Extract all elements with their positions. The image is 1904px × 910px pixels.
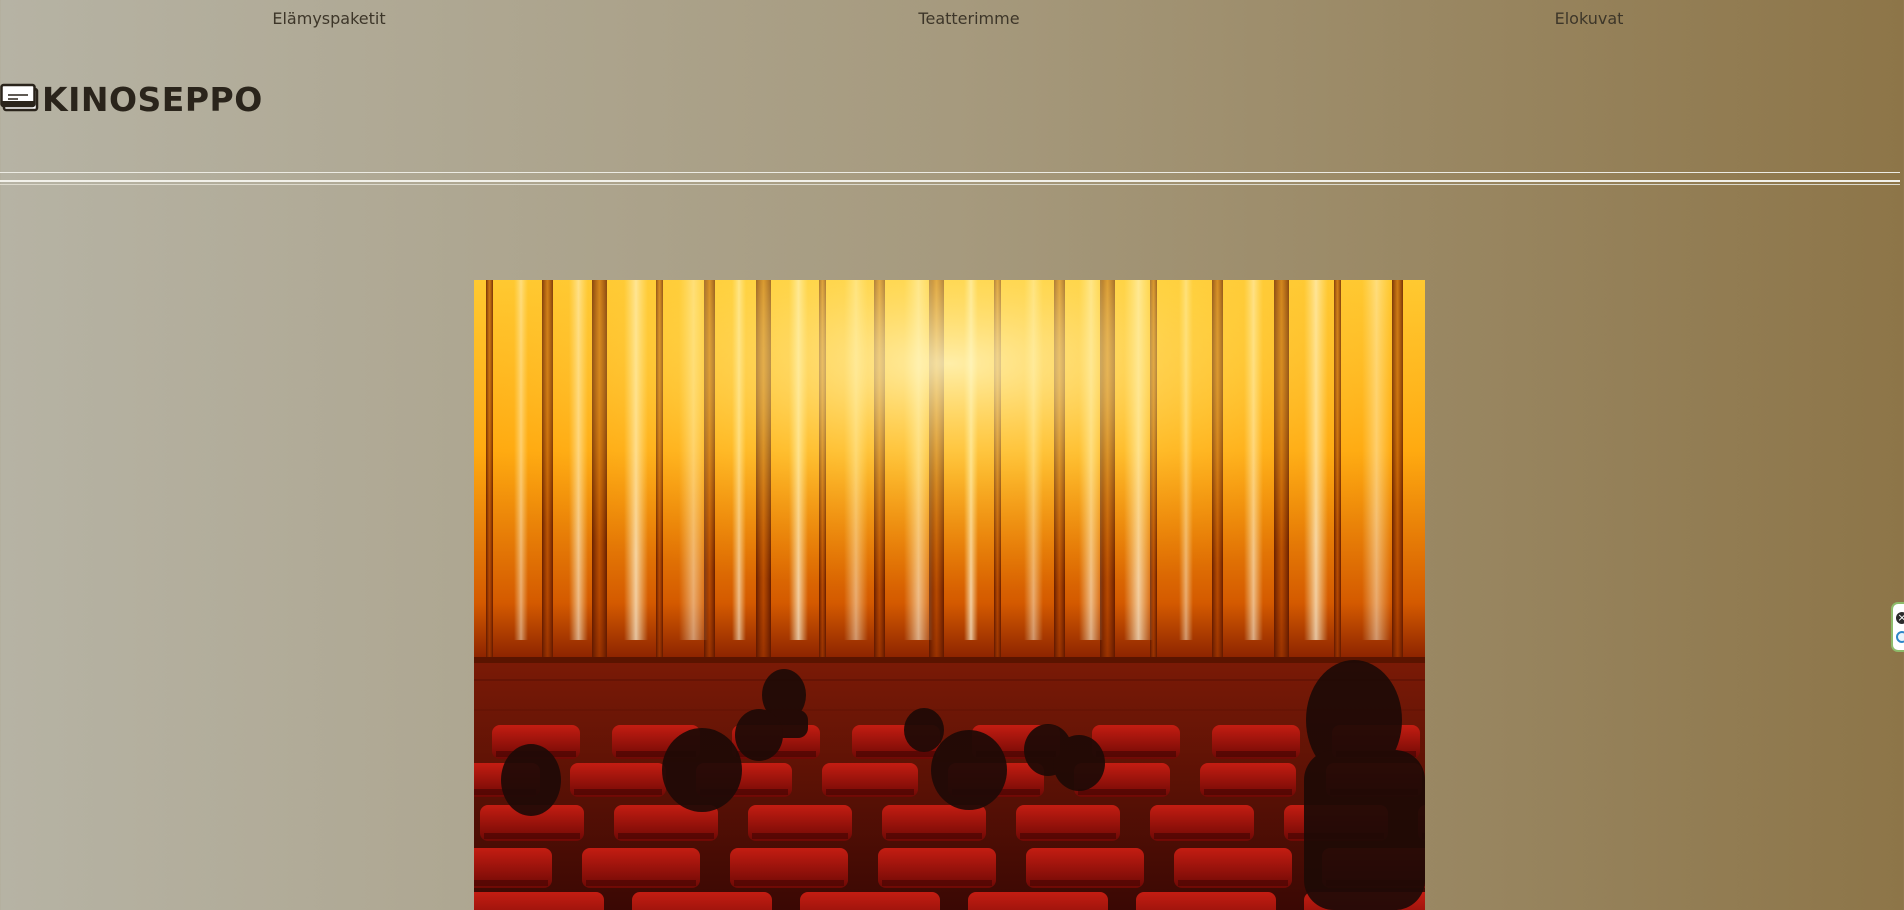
nav-link-elamyspaketit[interactable]: Elämyspaketit xyxy=(272,9,385,28)
close-icon[interactable]: × xyxy=(1896,612,1904,624)
site-brand[interactable]: KINOSEPPO xyxy=(0,79,263,119)
ticket-icon xyxy=(0,83,39,112)
hero-image xyxy=(474,280,1425,910)
nav-link-teatterimme[interactable]: Teatterimme xyxy=(918,9,1019,28)
top-navigation: Elämyspaketit Teatterimme Elokuvat xyxy=(0,0,1900,36)
nav-link-elokuvat[interactable]: Elokuvat xyxy=(1555,9,1624,28)
circle-icon[interactable] xyxy=(1896,631,1904,643)
side-widget[interactable]: × xyxy=(1891,602,1904,652)
header-divider xyxy=(0,184,1900,185)
header-divider xyxy=(0,172,1900,173)
header-divider xyxy=(0,180,1900,182)
site-title: KINOSEPPO xyxy=(42,79,263,119)
